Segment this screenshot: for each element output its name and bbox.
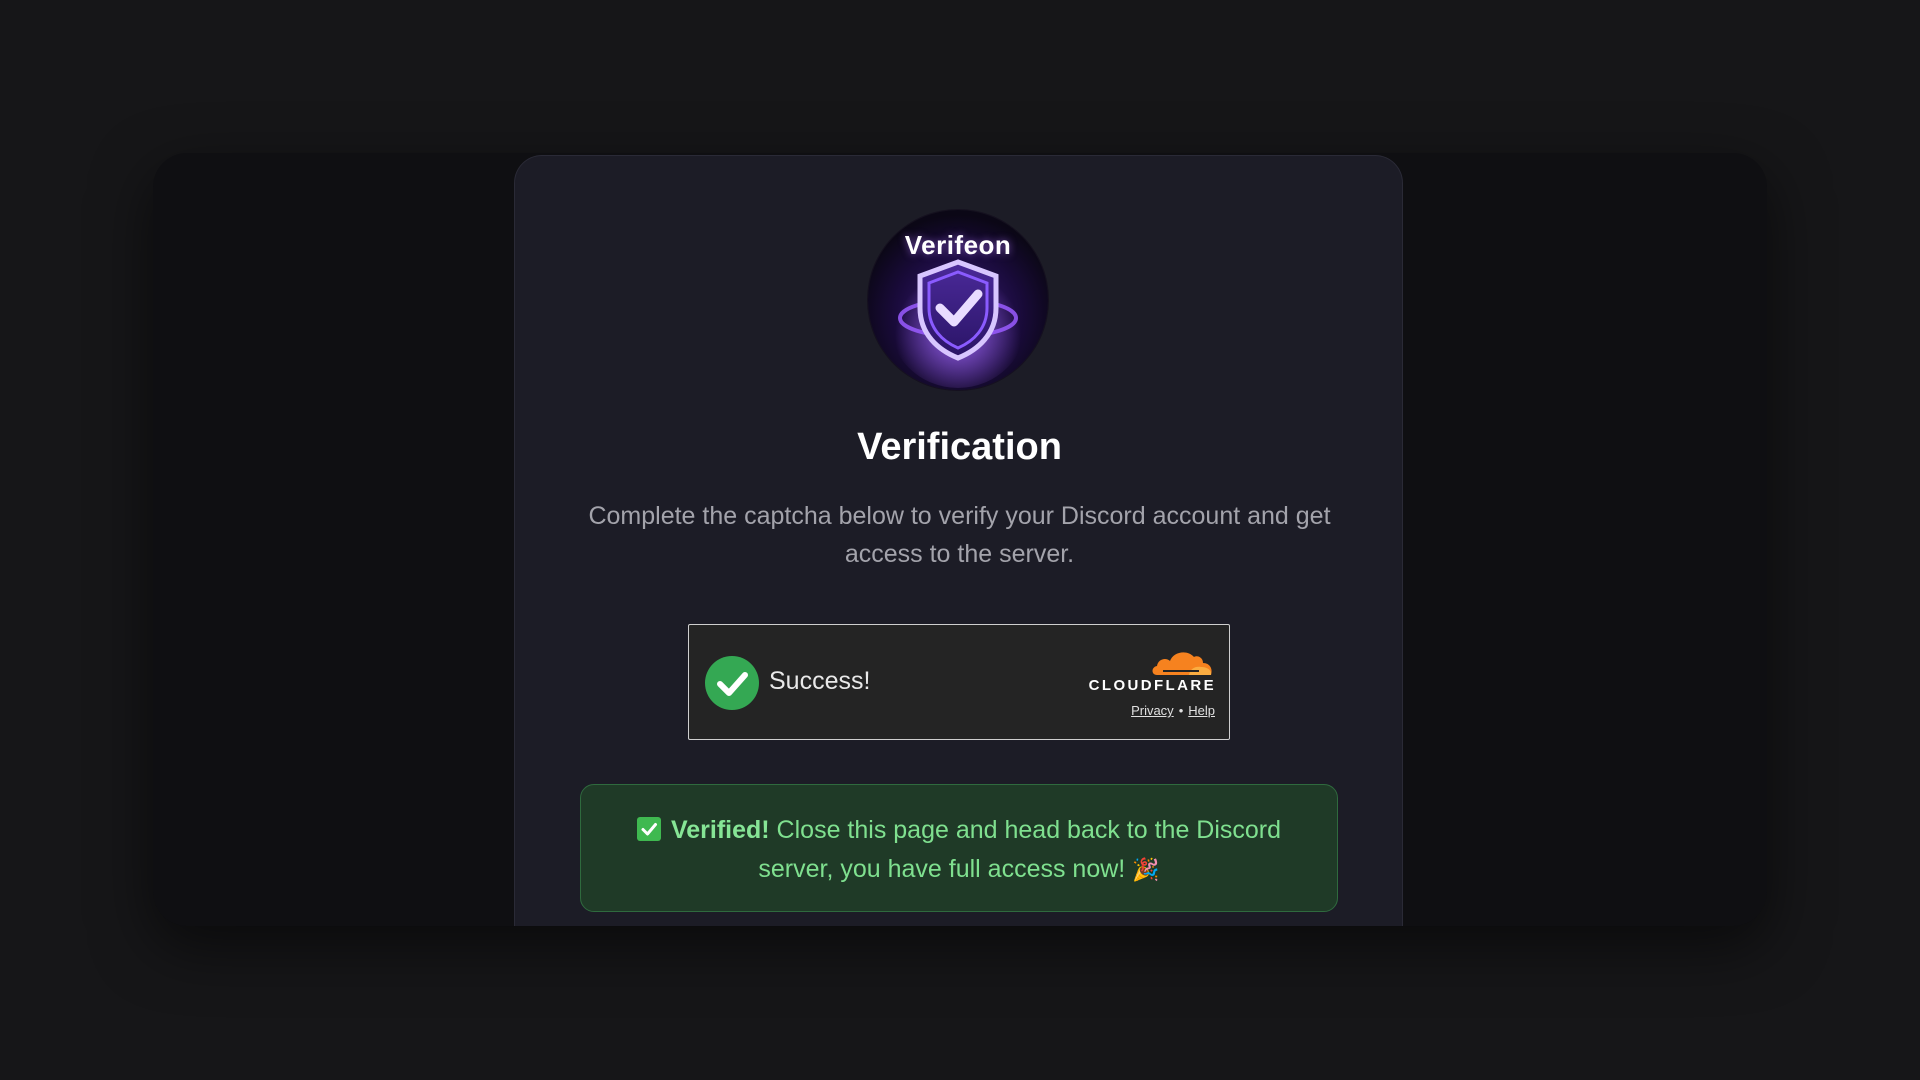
check-circle-icon [705,656,759,710]
link-separator: • [1178,703,1184,718]
captcha-status-text: Success! [769,667,871,695]
page-title: Verification [857,426,1062,468]
logo-wordmark: Verifeon [904,230,1012,260]
alert-bold-text: Verified! [670,816,770,844]
verified-alert: Verified! Close this page and head back … [580,784,1338,912]
cloudflare-cloud-icon [1152,652,1212,675]
page: Verifeon Verification Complete the captc… [0,0,1920,1080]
cloudflare-wordmark: CLOUDFLARE [1088,677,1216,694]
help-link[interactable]: Help [1188,703,1215,718]
page-description: Complete the captcha below to verify you… [588,502,1331,568]
verification-card: Verifeon Verification Complete the captc… [514,155,1403,926]
privacy-link[interactable]: Privacy [1131,703,1174,718]
verifeon-logo: Verifeon [868,210,1048,390]
alert-message: Close this page and head back to the Dis… [758,816,1282,883]
party-popper-icon: 🎉 [1132,858,1160,883]
cloudflare-turnstile-widget[interactable]: Success! CLOUDFLARE Privacy • Help [688,624,1230,740]
checkbox-checked-icon [636,817,661,841]
cloudflare-links: Privacy • Help [1131,703,1215,718]
